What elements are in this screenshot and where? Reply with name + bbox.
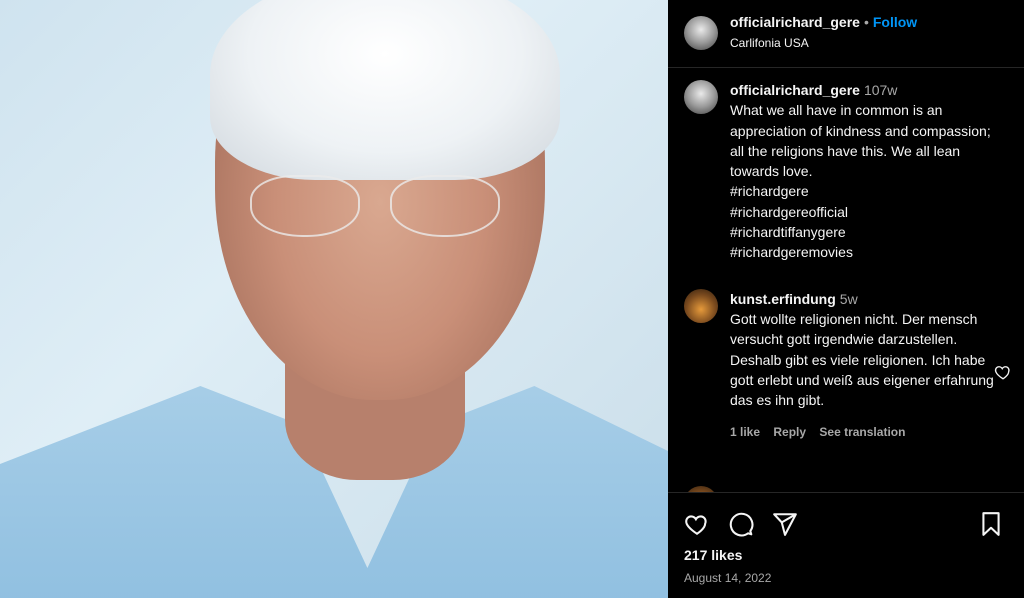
follow-button[interactable]: Follow [873, 14, 917, 30]
separator-dot: • [863, 14, 869, 30]
caption-username[interactable]: officialrichard_gere [730, 82, 860, 98]
caption-time[interactable]: 107w [864, 82, 897, 98]
heart-icon[interactable] [684, 509, 714, 539]
reply-button[interactable]: Reply [773, 425, 806, 439]
comment-text: Gott wollte religionen nicht. Der mensch… [730, 310, 994, 409]
share-icon[interactable] [772, 509, 802, 539]
comment-meta: 1 like Reply See translation [730, 422, 1000, 442]
glasses-shape [250, 175, 510, 245]
caption-text: What we all have in common is an appreci… [730, 102, 991, 261]
commenter-avatar[interactable] [684, 288, 718, 323]
author-avatar[interactable] [684, 16, 718, 50]
location-link[interactable]: Carlifonia USA [730, 36, 917, 50]
comment-likes[interactable]: 1 like [730, 425, 760, 439]
post-date[interactable]: August 14, 2022 [684, 571, 1008, 585]
bookmark-icon[interactable] [978, 509, 1008, 539]
post-header: officialrichard_gere • Follow Carlifonia U… [668, 0, 1024, 68]
post-actions: 217 likes August 14, 2022 [668, 492, 1024, 598]
author-username[interactable]: officialrichard_gere [730, 14, 860, 30]
comment-icon[interactable] [728, 509, 758, 539]
comment-item: kunst.erfindung 5w Gott wollte religionen… [684, 288, 1010, 443]
comment-heart-icon[interactable] [994, 363, 1012, 381]
comments-list[interactable]: officialrichard_gere 107w What we all hav… [668, 68, 1024, 492]
see-translation-button[interactable]: See translation [819, 425, 905, 439]
comment-time[interactable]: 5w [840, 291, 858, 307]
commenter-username[interactable]: kunst.erfindung [730, 291, 836, 307]
caption: officialrichard_gere 107w What we all hav… [684, 80, 1008, 263]
hair-shape [210, 0, 560, 180]
likes-count[interactable]: 217 likes [684, 547, 1008, 563]
post-panel: officialrichard_gere • Follow Carlifonia U… [668, 0, 1024, 598]
post-image[interactable] [0, 0, 668, 598]
caption-avatar[interactable] [684, 80, 718, 114]
